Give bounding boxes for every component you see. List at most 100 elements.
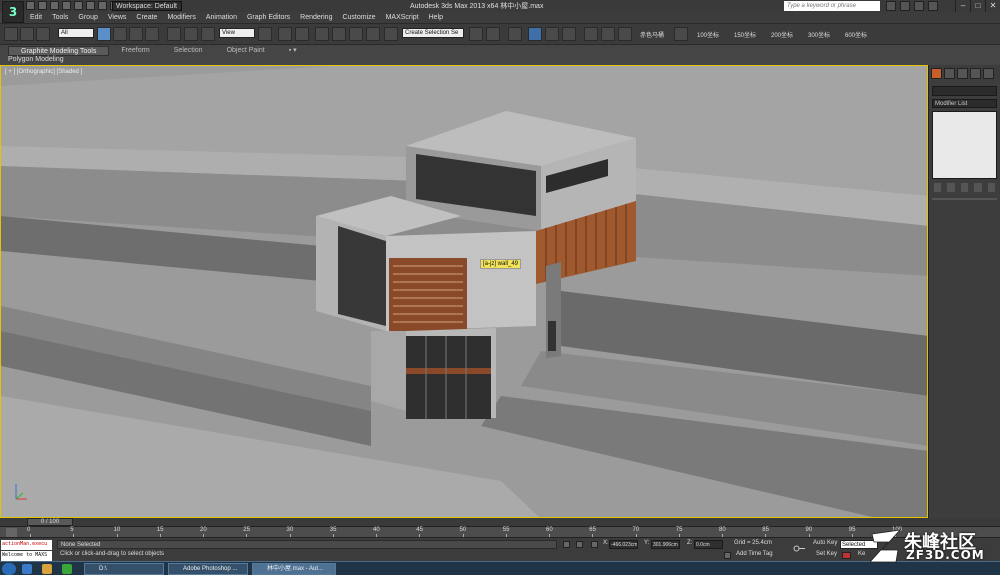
subscription-icon[interactable] <box>900 1 910 11</box>
hold-icon[interactable] <box>86 1 95 10</box>
absolute-transform-icon[interactable] <box>591 541 598 548</box>
task-3dsmax[interactable]: 林中小屋.max - Aut... <box>252 563 336 575</box>
task-photoshop[interactable]: Adobe Photoshop ... <box>168 563 248 575</box>
percent-snap-icon[interactable] <box>349 27 363 41</box>
material-editor-icon[interactable] <box>584 27 598 41</box>
close-button[interactable]: ✕ <box>985 0 1000 12</box>
menu-views[interactable]: Views <box>103 12 132 23</box>
menu-edit[interactable]: Edit <box>24 12 47 23</box>
menu-graph-editors[interactable]: Graph Editors <box>242 12 295 23</box>
modify-tab-icon[interactable] <box>944 68 955 79</box>
display-tab-icon[interactable] <box>983 68 994 79</box>
workspace-dropdown[interactable]: Workspace: Default <box>112 1 182 11</box>
preset-label-4[interactable]: 200坐标 <box>771 30 793 39</box>
snaps-toggle-icon[interactable] <box>315 27 329 41</box>
rendered-frame-window-icon[interactable] <box>618 27 632 41</box>
selection-lock-icon[interactable] <box>563 541 570 548</box>
menu-customize[interactable]: Customize <box>337 12 380 23</box>
select-object-icon[interactable] <box>97 27 111 41</box>
minimize-button[interactable]: – <box>955 0 970 12</box>
pivot-center-icon[interactable] <box>258 27 272 41</box>
angle-snap-icon[interactable] <box>332 27 346 41</box>
chrome-icon[interactable] <box>62 564 72 574</box>
menu-create[interactable]: Create <box>131 12 162 23</box>
viewport-label[interactable]: [ + ] [Orthographic] [Shaded ] <box>5 69 82 75</box>
show-end-result-icon[interactable] <box>947 183 955 192</box>
preset-label-3[interactable]: 150坐标 <box>734 30 756 39</box>
render-setup-icon[interactable] <box>601 27 615 41</box>
menu-modifiers[interactable]: Modifiers <box>162 12 200 23</box>
save-file-icon[interactable] <box>50 1 59 10</box>
time-tag-icon[interactable] <box>724 552 731 559</box>
z-coordinate-field[interactable]: 0.0cm <box>694 540 723 549</box>
tab-freeform[interactable]: Freeform <box>109 46 161 56</box>
modifier-stack[interactable] <box>932 111 997 179</box>
schematic-view-icon[interactable] <box>562 27 576 41</box>
open-file-icon[interactable] <box>38 1 47 10</box>
communication-icon[interactable] <box>914 1 924 11</box>
spinner-snap-icon[interactable] <box>366 27 380 41</box>
scene-canvas[interactable] <box>1 66 928 518</box>
maxscript-listener-line1[interactable]: actionMan.execu <box>1 540 52 550</box>
key-filters-button[interactable]: Ke <box>858 551 865 557</box>
x-coordinate-field[interactable]: -466.023cm <box>609 540 638 549</box>
configure-sets-icon[interactable] <box>987 183 996 192</box>
set-key-button[interactable]: Set Key <box>816 551 837 557</box>
preset-label-2[interactable]: 100坐标 <box>697 30 719 39</box>
select-manipulate-icon[interactable] <box>278 27 292 41</box>
window-crossing-icon[interactable] <box>145 27 159 41</box>
add-time-tag[interactable]: Add Time Tag <box>736 551 773 557</box>
start-button[interactable] <box>2 563 16 575</box>
scale-icon[interactable] <box>201 27 215 41</box>
explorer-icon[interactable] <box>42 564 52 574</box>
tab-graphite-modeling-tools[interactable]: Graphite Modeling Tools <box>8 46 110 56</box>
curve-editor-icon[interactable] <box>545 27 559 41</box>
undo-icon[interactable] <box>62 1 71 10</box>
bind-space-warp-icon[interactable] <box>36 27 50 41</box>
tab-object-paint[interactable]: Object Paint <box>215 46 277 56</box>
move-icon[interactable] <box>167 27 181 41</box>
pin-stack-icon[interactable] <box>934 183 942 192</box>
menu-rendering[interactable]: Rendering <box>295 12 337 23</box>
rectangular-region-icon[interactable] <box>129 27 143 41</box>
select-and-link-icon[interactable] <box>4 27 18 41</box>
named-selection-set-dropdown[interactable]: Create Selection Se <box>402 28 464 38</box>
object-name-field[interactable] <box>932 86 997 96</box>
time-slider[interactable]: 0 / 100 <box>0 518 1000 526</box>
graphite-ribbon-icon[interactable] <box>528 27 542 41</box>
preset-label-5[interactable]: 300坐标 <box>808 30 830 39</box>
create-tab-icon[interactable] <box>931 68 942 79</box>
menu-tools[interactable]: Tools <box>47 12 73 23</box>
remove-modifier-icon[interactable] <box>974 183 982 192</box>
search-input[interactable]: Type a keyword or phrase <box>784 1 880 11</box>
menu-group[interactable]: Group <box>73 12 102 23</box>
mirror-icon[interactable] <box>469 27 483 41</box>
make-unique-icon[interactable] <box>960 183 969 192</box>
help-icon[interactable] <box>928 1 938 11</box>
select-by-name-icon[interactable] <box>113 27 127 41</box>
menu-maxscript[interactable]: MAXScript <box>381 12 424 23</box>
ie-icon[interactable] <box>22 564 32 574</box>
viewport-orthographic[interactable]: [ + ] [Orthographic] [Shaded ] [a-jz] wa… <box>0 65 928 518</box>
binoculars-icon[interactable] <box>886 1 896 11</box>
app-logo-icon[interactable]: 3 <box>2 1 24 23</box>
isolate-icon[interactable] <box>576 541 583 548</box>
new-file-icon[interactable] <box>26 1 35 10</box>
edit-named-selection-icon[interactable] <box>384 27 398 41</box>
ribbon-panel-polygon-modeling[interactable]: Polygon Modeling <box>8 56 64 64</box>
maxscript-listener-line2[interactable]: Welcome to MAXS <box>1 551 52 561</box>
reference-coordinate-dropdown[interactable]: View <box>219 28 255 38</box>
maximize-button[interactable]: □ <box>970 0 985 12</box>
keyboard-shortcut-icon[interactable] <box>295 27 309 41</box>
unlink-icon[interactable] <box>20 27 34 41</box>
motion-tab-icon[interactable] <box>970 68 981 79</box>
menu-animation[interactable]: Animation <box>201 12 242 23</box>
key-icon[interactable] <box>793 544 806 553</box>
layer-manager-icon[interactable] <box>508 27 522 41</box>
preset-label-6[interactable]: 600坐标 <box>845 30 867 39</box>
set-key-icon[interactable] <box>842 552 851 559</box>
preset-label-1[interactable]: 赤色马桶 <box>640 30 664 39</box>
selection-filter-dropdown[interactable]: All <box>58 28 94 38</box>
time-slider-thumb[interactable]: 0 / 100 <box>27 518 73 526</box>
y-coordinate-field[interactable]: 301.906cm <box>651 540 680 549</box>
